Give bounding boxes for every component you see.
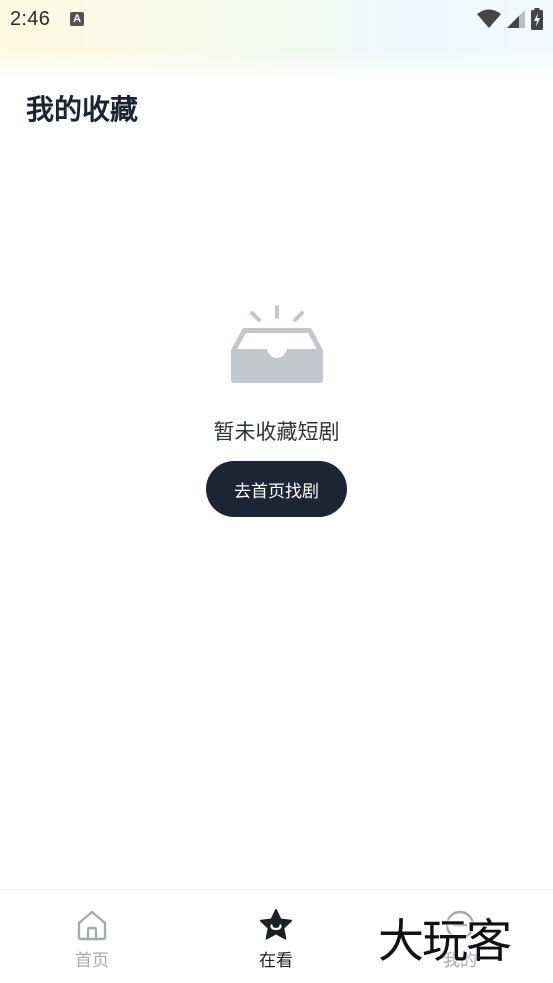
tab-home-label: 首页	[75, 951, 109, 971]
status-icons	[477, 8, 543, 30]
empty-inbox-icon	[231, 305, 323, 383]
watermark-logo: 大玩客	[378, 914, 512, 968]
a-letter-icon: A	[70, 12, 85, 26]
signal-icon	[507, 10, 525, 28]
battery-icon	[531, 8, 543, 30]
status-time: 2:46	[10, 7, 51, 30]
tab-watching[interactable]: 在看	[216, 890, 336, 983]
go-to-home-button[interactable]: 去首页找剧	[206, 461, 347, 517]
page-title: 我的收藏	[26, 93, 139, 126]
status-bar: 2:46 A	[0, 0, 553, 38]
app-screen: 2:46 A 我的收藏 暂未收藏短剧 去首页找剧 首页 在看 我的 大玩客	[0, 0, 553, 983]
home-icon	[77, 910, 107, 941]
star-icon	[260, 909, 292, 940]
wifi-icon	[477, 9, 501, 28]
tab-home[interactable]: 首页	[32, 890, 152, 983]
empty-message: 暂未收藏短剧	[213, 420, 340, 444]
tab-watching-label: 在看	[259, 951, 293, 971]
